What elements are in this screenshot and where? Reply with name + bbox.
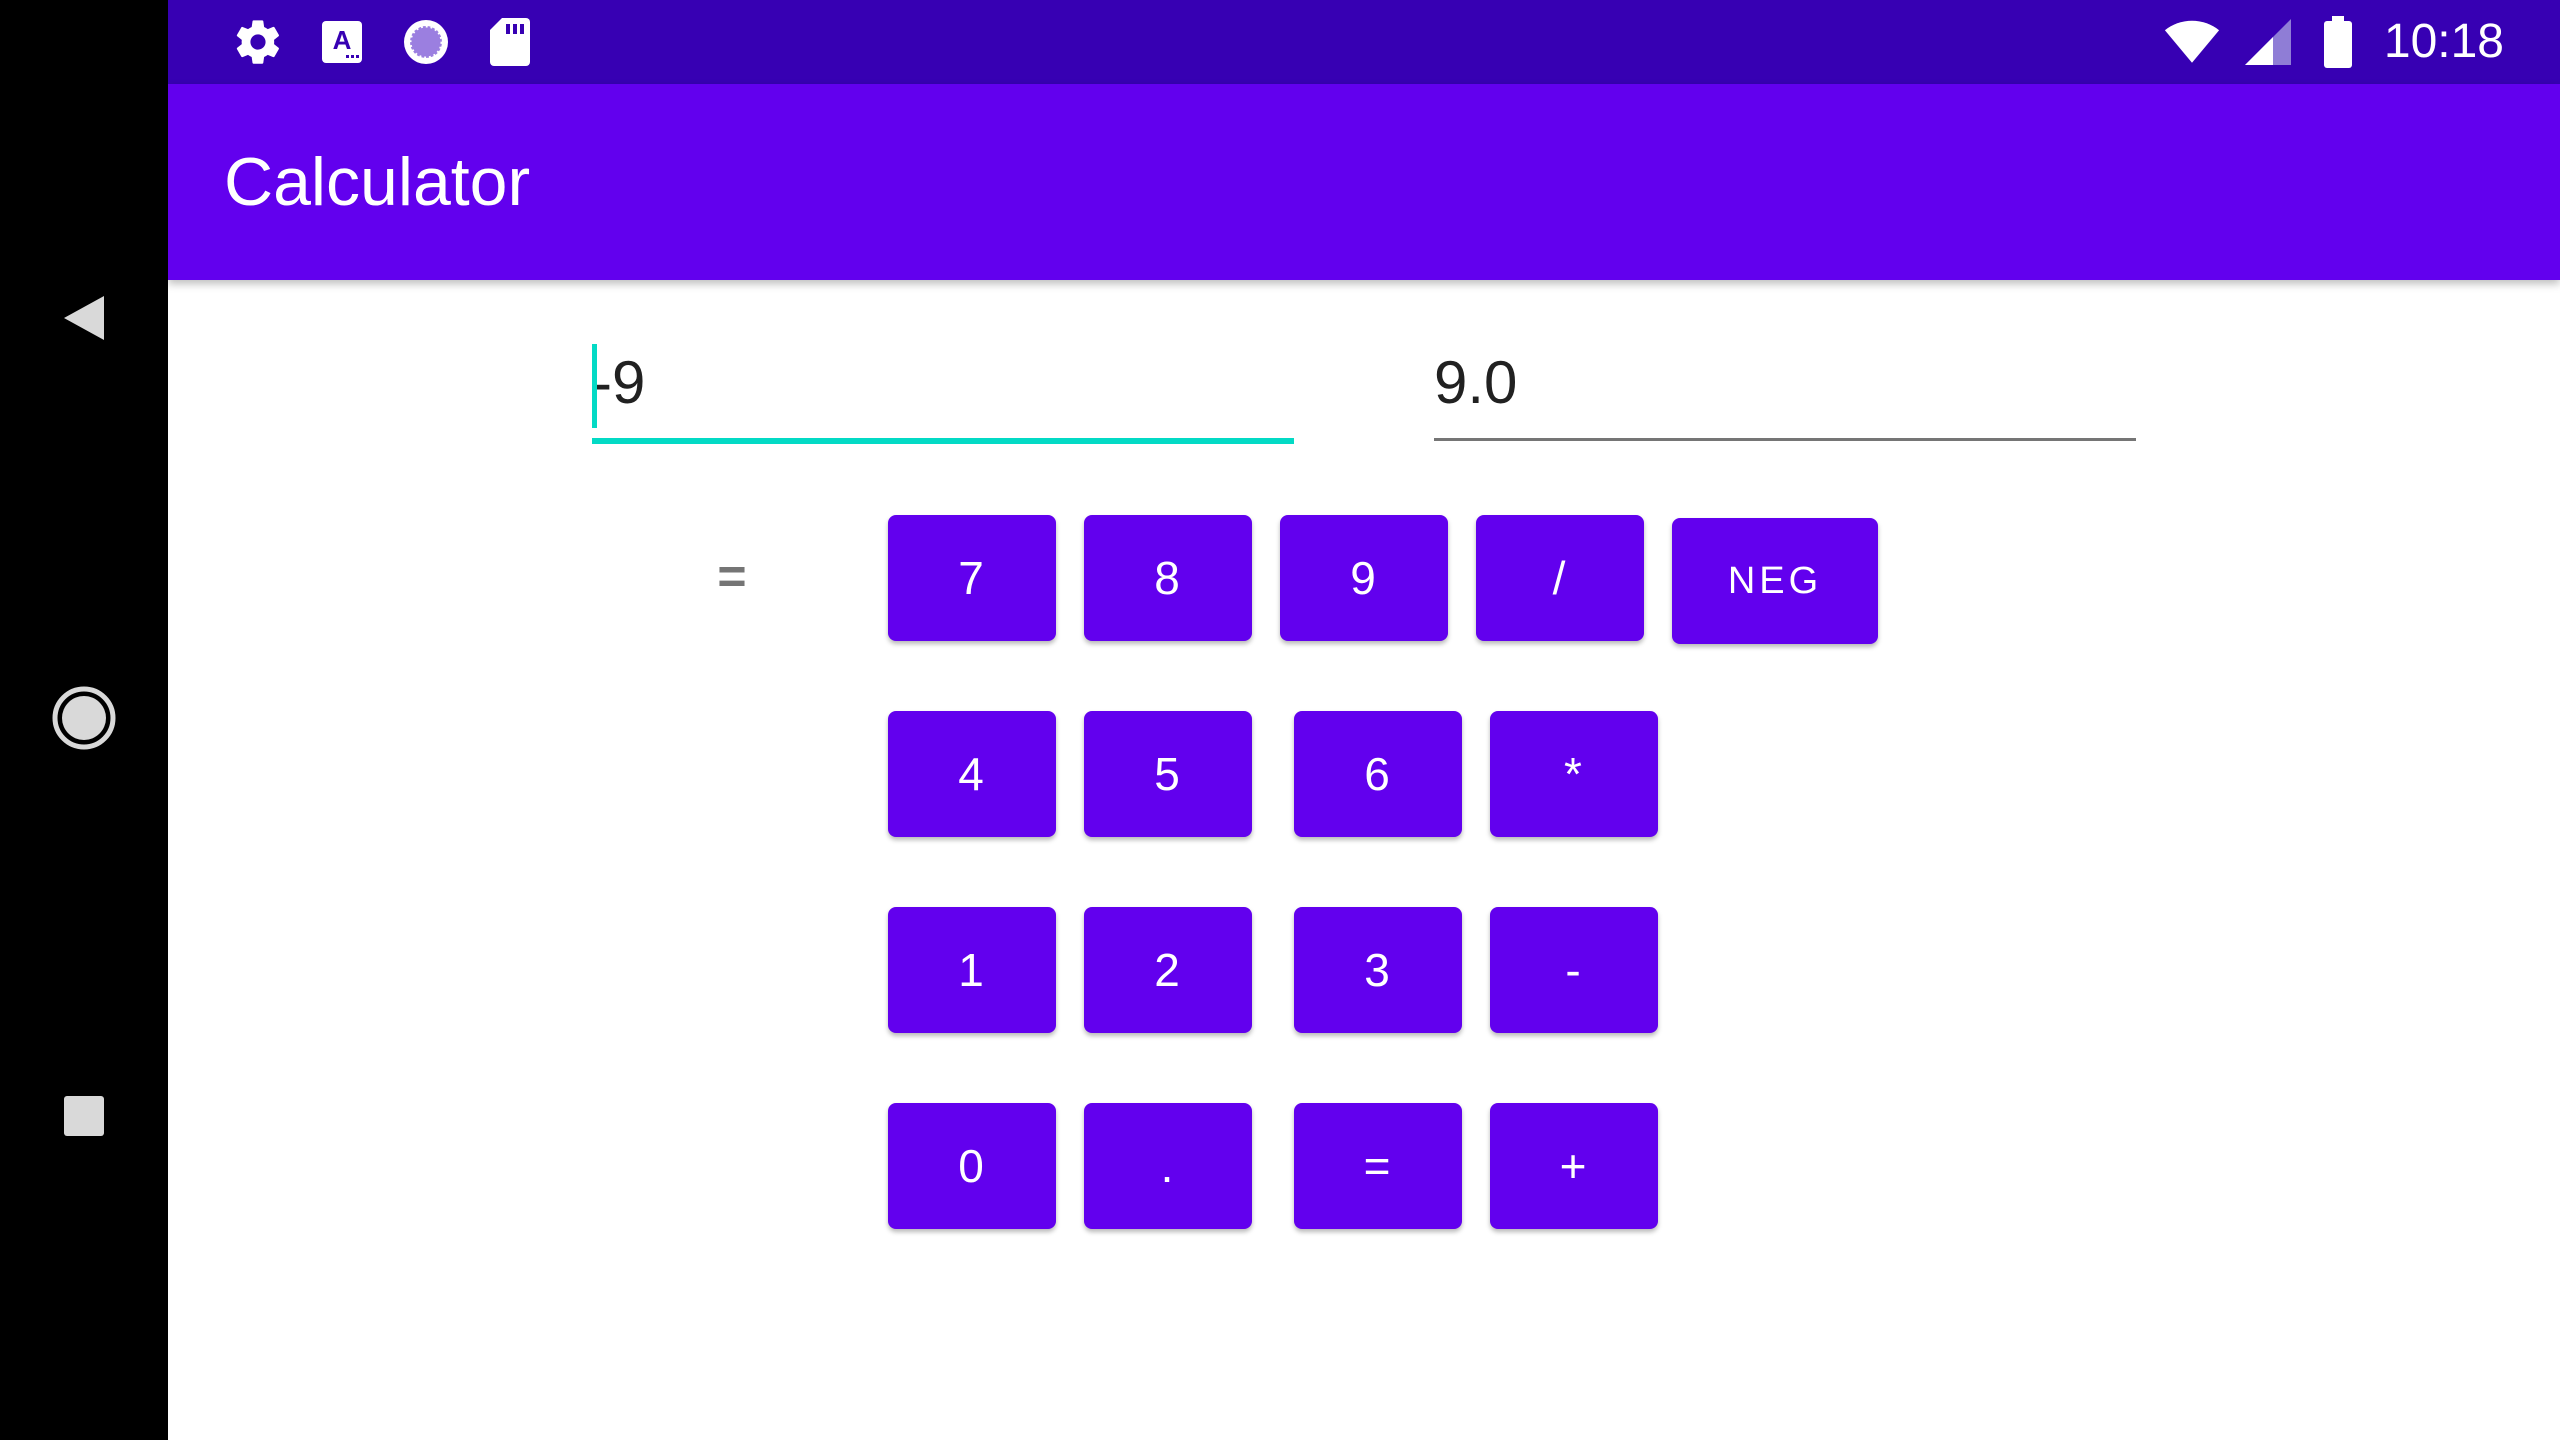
operand-input[interactable] xyxy=(592,330,1294,434)
key-5[interactable]: 5 xyxy=(1084,711,1252,837)
operand-field[interactable] xyxy=(592,330,1294,444)
key-equals[interactable]: = xyxy=(1294,1103,1462,1229)
signal-icon xyxy=(2240,14,2296,70)
back-button[interactable] xyxy=(0,260,168,380)
status-time: 10:18 xyxy=(2383,15,2504,68)
app-title: Calculator xyxy=(224,144,531,220)
key-1[interactable]: 1 xyxy=(888,907,1056,1033)
recents-button[interactable] xyxy=(0,1058,168,1178)
settings-icon xyxy=(230,14,286,70)
text-cursor xyxy=(592,344,597,428)
equals-label: = xyxy=(717,548,747,604)
sync-icon xyxy=(398,14,454,70)
recents-icon xyxy=(62,1094,106,1143)
back-icon xyxy=(60,292,108,349)
key-divide[interactable]: / xyxy=(1476,515,1644,641)
wifi-icon xyxy=(2164,14,2220,70)
keyboard-a-icon: A xyxy=(314,14,370,70)
navigation-bar xyxy=(0,0,168,1440)
result-input[interactable] xyxy=(1434,330,2136,434)
home-icon xyxy=(50,684,118,757)
sd-card-icon xyxy=(482,14,538,70)
key-7[interactable]: 7 xyxy=(888,515,1056,641)
key-add[interactable]: + xyxy=(1490,1103,1658,1229)
key-9[interactable]: 9 xyxy=(1280,515,1448,641)
app-bar: Calculator xyxy=(168,84,2560,280)
battery-icon xyxy=(2310,14,2366,70)
key-multiply[interactable]: * xyxy=(1490,711,1658,837)
status-bar: A 10:18 xyxy=(168,0,2560,84)
key-6[interactable]: 6 xyxy=(1294,711,1462,837)
key-neg[interactable]: NEG xyxy=(1672,518,1878,644)
key-subtract[interactable]: - xyxy=(1490,907,1658,1033)
home-button[interactable] xyxy=(0,660,168,780)
key-2[interactable]: 2 xyxy=(1084,907,1252,1033)
key-4[interactable]: 4 xyxy=(888,711,1056,837)
key-8[interactable]: 8 xyxy=(1084,515,1252,641)
svg-text:A: A xyxy=(333,25,352,55)
key-decimal[interactable]: . xyxy=(1084,1103,1252,1229)
key-3[interactable]: 3 xyxy=(1294,907,1462,1033)
key-0[interactable]: 0 xyxy=(888,1103,1056,1229)
result-field[interactable] xyxy=(1434,330,2136,441)
